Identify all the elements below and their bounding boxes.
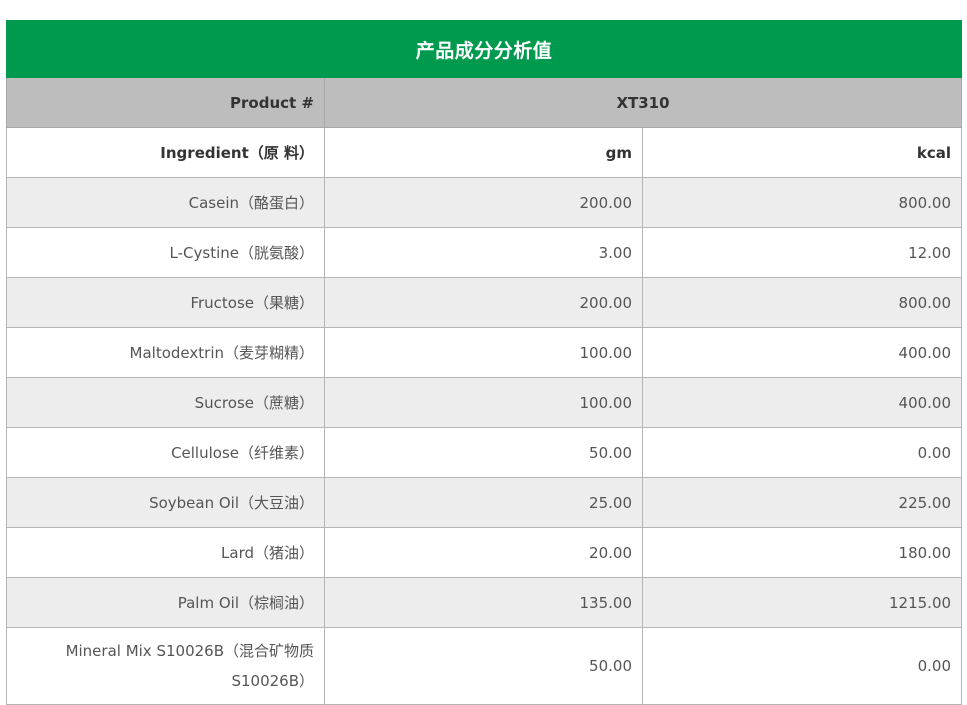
- ingredient-name: Cellulose（纤维素）: [6, 427, 325, 478]
- gm-value: 200.00: [324, 277, 643, 328]
- kcal-value: 180.00: [641, 527, 963, 578]
- kcal-value: 400.00: [641, 327, 963, 378]
- ingredient-name: Fructose（果糖）: [6, 277, 325, 328]
- kcal-value: 12.00: [641, 227, 963, 278]
- gm-value: 3.00: [324, 227, 643, 278]
- gm-value: 135.00: [324, 577, 643, 628]
- formula-table-container: 产品成分分析值 Product # XT310 Ingredient（原 料） …: [5, 20, 963, 705]
- kcal-value: 225.00: [641, 477, 963, 528]
- gm-value: 100.00: [324, 377, 643, 428]
- kcal-value: 0.00: [641, 427, 963, 478]
- product-label: Product #: [6, 77, 325, 128]
- table-row: Soybean Oil（大豆油） 25.00 225.00: [6, 477, 963, 528]
- table-row: L-Cystine（胱氨酸） 3.00 12.00: [6, 227, 963, 278]
- table-row: Casein（酪蛋白） 200.00 800.00: [6, 177, 963, 228]
- ingredient-header: Ingredient（原 料）: [6, 127, 325, 178]
- ingredient-name: Sucrose（蔗糖）: [6, 377, 325, 428]
- table-row: Sucrose（蔗糖） 100.00 400.00: [6, 377, 963, 428]
- table-row: Fructose（果糖） 200.00 800.00: [6, 277, 963, 328]
- ingredient-name: Maltodextrin（麦芽糊精）: [6, 327, 325, 378]
- gm-value: 50.00: [324, 627, 643, 705]
- gm-value: 20.00: [324, 527, 643, 578]
- kcal-value: 0.00: [641, 627, 963, 705]
- gm-value: 25.00: [324, 477, 643, 528]
- ingredient-name: Palm Oil（棕榈油）: [6, 577, 325, 628]
- kcal-value: 1215.00: [641, 577, 963, 628]
- product-code: XT310: [323, 77, 963, 128]
- kcal-header: kcal: [641, 127, 963, 178]
- ingredient-name: Soybean Oil（大豆油）: [6, 477, 325, 528]
- kcal-value: 800.00: [641, 277, 963, 328]
- table-title: 产品成分分析值: [5, 20, 963, 78]
- table-row: Maltodextrin（麦芽糊精） 100.00 400.00: [6, 327, 963, 378]
- gm-value: 200.00: [324, 177, 643, 228]
- kcal-value: 400.00: [641, 377, 963, 428]
- product-row: Product # XT310: [6, 77, 963, 128]
- ingredient-name: L-Cystine（胱氨酸）: [6, 227, 325, 278]
- formula-table: 产品成分分析值 Product # XT310 Ingredient（原 料） …: [5, 20, 963, 705]
- table-row: Palm Oil（棕榈油） 135.00 1215.00: [6, 577, 963, 628]
- gm-header: gm: [324, 127, 643, 178]
- ingredient-name: Lard（猪油）: [6, 527, 325, 578]
- kcal-value: 800.00: [641, 177, 963, 228]
- gm-value: 50.00: [324, 427, 643, 478]
- column-header-row: Ingredient（原 料） gm kcal: [6, 127, 963, 178]
- title-row: 产品成分分析值: [5, 20, 963, 78]
- ingredient-name: Mineral Mix S10026B（混合矿物质 S10026B）: [6, 627, 325, 705]
- table-row: Cellulose（纤维素） 50.00 0.00: [6, 427, 963, 478]
- ingredient-name: Casein（酪蛋白）: [6, 177, 325, 228]
- table-row: Mineral Mix S10026B（混合矿物质 S10026B） 50.00…: [6, 627, 963, 705]
- gm-value: 100.00: [324, 327, 643, 378]
- table-row: Lard（猪油） 20.00 180.00: [6, 527, 963, 578]
